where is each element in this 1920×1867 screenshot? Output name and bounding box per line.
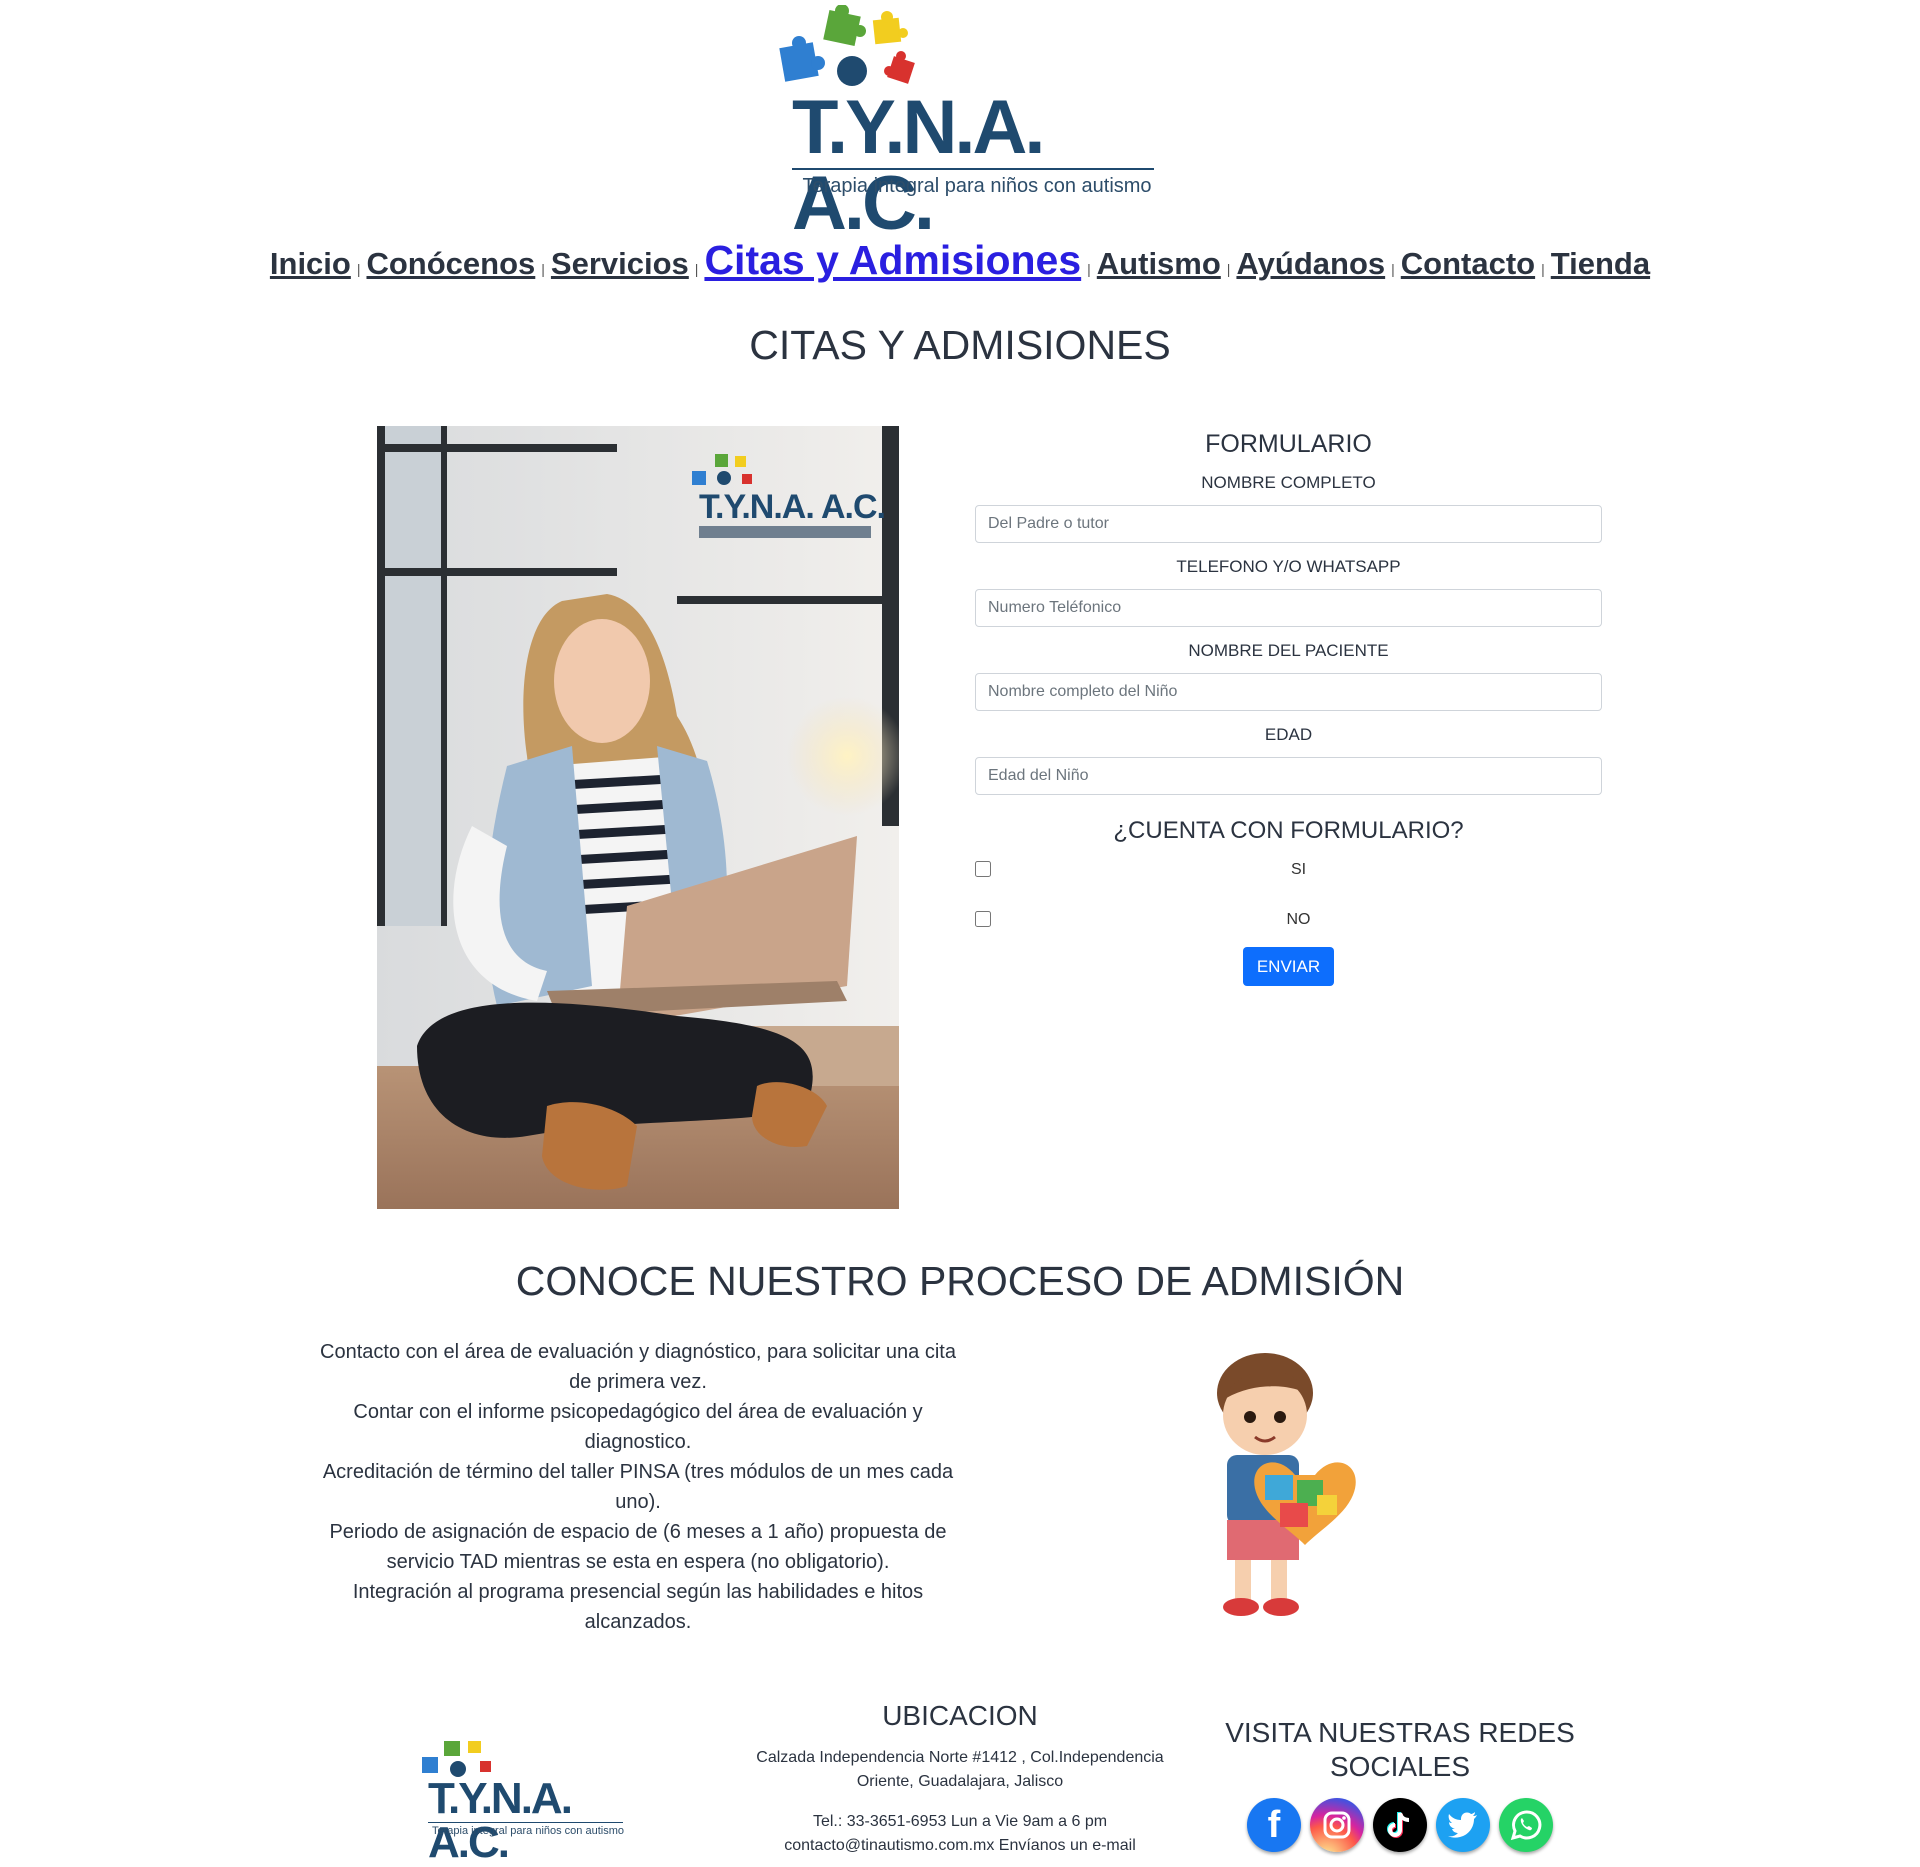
phone-input[interactable] — [975, 589, 1602, 627]
email-link[interactable]: contacto@tinautismo.com.mx Envíanos un e… — [740, 1834, 1180, 1858]
process-steps: Contacto con el área de evaluación y dia… — [318, 1337, 958, 1637]
process-step: Periodo de asignación de espacio de (6 m… — [329, 1521, 947, 1573]
age-label: EDAD — [1264, 725, 1313, 744]
process-title: CONOCE NUESTRO PROCESO DE ADMISIÓN — [515, 1258, 1405, 1304]
logo-tagline: Terapia integral para niños con autismo — [802, 175, 1152, 197]
nav-separator: | — [541, 261, 545, 277]
nav-item-contacto[interactable]: Contacto — [1401, 246, 1535, 281]
phone-label: TELEFONO Y/O WHATSAPP — [1176, 557, 1401, 576]
logo-brand: T.Y.N.A. A.C. — [792, 85, 1046, 246]
location-title: UBICACION — [882, 1700, 1038, 1731]
nav-separator: | — [1391, 261, 1395, 277]
footer-logo[interactable]: T.Y.N.A. A.C. Terapia integral para niño… — [418, 1735, 628, 1865]
social-block: VISITA NUESTRAS REDES SOCIALES f — [1200, 1716, 1600, 1852]
social-title: VISITA NUESTRAS REDES SOCIALES — [1225, 1717, 1575, 1782]
site-logo[interactable]: T.Y.N.A. A.C. Terapia integral para niño… — [770, 5, 1170, 242]
form-title: FORMULARIO — [1205, 430, 1372, 458]
process-step: Integración al programa presencial según… — [352, 1581, 924, 1633]
patient-name-input[interactable] — [975, 673, 1602, 711]
main-nav: Inicio | Conócenos | Servicios | Citas y Admis… — [0, 237, 1920, 284]
appointment-form: FORMULARIO NOMBRE COMPLETO TELEFONO Y/O … — [975, 426, 1602, 986]
woman-with-laptop-illustration: T.Y.N.A. A.C. — [377, 426, 899, 1209]
option-no-label: NO — [1286, 911, 1311, 928]
nav-item-servicios[interactable]: Servicios — [551, 246, 689, 281]
hero-logo-brand: T.Y.N.A. A.C. — [699, 488, 885, 526]
nav-separator: | — [356, 261, 361, 277]
footer-logo-tagline: Terapia integral para niños con autismo — [431, 1825, 624, 1837]
patient-name-label: NOMBRE DEL PACIENTE — [1188, 641, 1389, 660]
boy-with-puzzle-heart-illustration — [1205, 1345, 1375, 1625]
nav-separator: | — [1087, 261, 1091, 277]
full-name-input[interactable] — [975, 505, 1602, 543]
nav-item-citas-admisiones[interactable]: Citas y Admisiones — [704, 237, 1081, 283]
nav-separator: | — [1226, 261, 1231, 277]
nav-item-tienda[interactable]: Tienda — [1551, 246, 1650, 281]
option-si-row: SI — [975, 845, 1602, 895]
nav-item-inicio[interactable]: Inicio — [270, 246, 351, 281]
instagram-icon[interactable] — [1310, 1798, 1364, 1852]
phone-text: Tel.: 33-3651-6953 Lun a Vie 9am a 6 pm — [812, 1813, 1108, 1830]
nav-separator: | — [1541, 261, 1545, 277]
whatsapp-icon[interactable] — [1499, 1798, 1553, 1852]
logo-divider — [792, 168, 1154, 170]
page-title: CITAS Y ADMISIONES — [749, 322, 1171, 368]
social-icons: f — [1200, 1798, 1600, 1852]
tiktok-icon[interactable] — [1373, 1798, 1427, 1852]
hero-photo: T.Y.N.A. A.C. — [377, 426, 899, 1209]
nav-item-autismo[interactable]: Autismo — [1097, 246, 1221, 281]
address-text: Calzada Independencia Norte #1412 , Col.… — [756, 1749, 1164, 1790]
form-question: ¿CUENTA CON FORMULARIO? — [1113, 817, 1464, 844]
age-input[interactable] — [975, 757, 1602, 795]
option-no-row: NO — [975, 895, 1602, 945]
process-step: Contar con el informe psicopedagógico de… — [353, 1401, 923, 1453]
nav-item-ayudanos[interactable]: Ayúdanos — [1236, 246, 1385, 281]
nav-separator: | — [694, 261, 699, 277]
facebook-icon[interactable]: f — [1247, 1798, 1301, 1852]
process-step: Acreditación de término del taller PINSA… — [322, 1461, 954, 1513]
full-name-label: NOMBRE COMPLETO — [1201, 473, 1376, 492]
twitter-icon[interactable] — [1436, 1798, 1490, 1852]
process-step: Contacto con el área de evaluación y dia… — [320, 1341, 956, 1393]
footer-logo-divider — [428, 1822, 623, 1823]
option-si-label: SI — [1290, 861, 1307, 878]
submit-button[interactable]: ENVIAR — [1242, 947, 1335, 986]
footer-logo-brand: T.Y.N.A. A.C. — [428, 1774, 573, 1867]
nav-item-conocenos[interactable]: Conócenos — [366, 246, 535, 281]
location-block: UBICACION Calzada Independencia Norte #1… — [740, 1700, 1180, 1858]
